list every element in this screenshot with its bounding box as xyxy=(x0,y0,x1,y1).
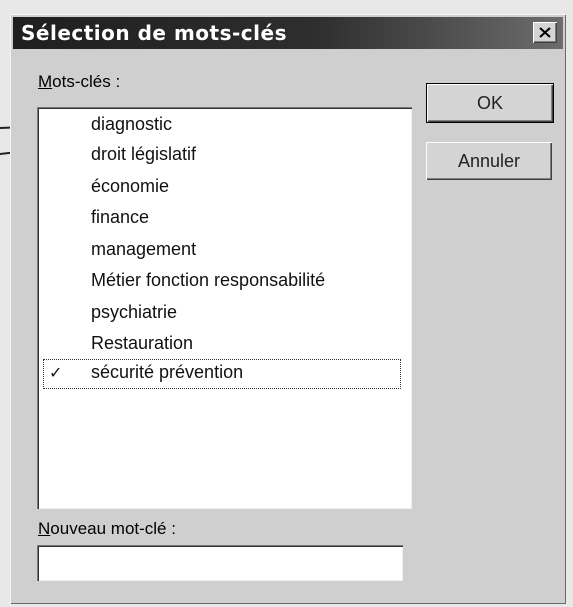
cancel-button[interactable]: Annuler xyxy=(426,142,552,180)
dialog-title: Sélection de mots-clés xyxy=(21,21,287,45)
title-bar: Sélection de mots-clés xyxy=(13,17,563,49)
list-item[interactable]: psychiatrie xyxy=(43,299,401,329)
list-item-label: diagnostic xyxy=(91,114,173,134)
list-item[interactable]: économie xyxy=(43,173,401,203)
list-item[interactable]: finance xyxy=(43,204,401,234)
list-item-label: économie xyxy=(91,176,170,196)
list-item[interactable]: droit législatif xyxy=(43,141,401,171)
list-item-label: sécurité prévention xyxy=(91,362,244,382)
list-item-label: management xyxy=(91,239,197,259)
check-mark-icon: ✓ xyxy=(49,365,63,382)
new-keyword-label-accel: N xyxy=(38,519,51,538)
new-keyword-label-rest: ouveau mot-clé : xyxy=(50,519,176,538)
list-item[interactable]: Métier fonction responsabilité xyxy=(43,267,401,297)
ok-button[interactable]: OK xyxy=(426,83,554,123)
list-item-selected[interactable]: ✓ sécurité prévention xyxy=(43,359,401,389)
keywords-label-rest: ots-clés : xyxy=(52,72,121,91)
list-item-label: finance xyxy=(91,207,150,227)
new-keyword-input[interactable] xyxy=(37,545,403,581)
keyword-selection-dialog: Sélection de mots-clés Mots-clés : diagn… xyxy=(10,14,566,604)
list-item-label: psychiatrie xyxy=(91,302,178,322)
list-item-label: droit législatif xyxy=(91,144,197,164)
list-item[interactable]: Restauration xyxy=(43,330,401,360)
close-icon xyxy=(539,27,551,38)
keywords-label: Mots-clés : xyxy=(38,72,120,92)
list-item[interactable]: diagnostic xyxy=(43,111,401,141)
keywords-listbox[interactable]: diagnostic droit législatif économie fin… xyxy=(37,107,412,509)
list-item-label: Restauration xyxy=(91,333,194,353)
keywords-label-accel: M xyxy=(38,72,53,91)
list-item-label: Métier fonction responsabilité xyxy=(91,270,326,290)
list-item[interactable]: management xyxy=(43,236,401,266)
close-button[interactable] xyxy=(533,22,557,43)
new-keyword-label: Nouveau mot-clé : xyxy=(38,519,176,539)
